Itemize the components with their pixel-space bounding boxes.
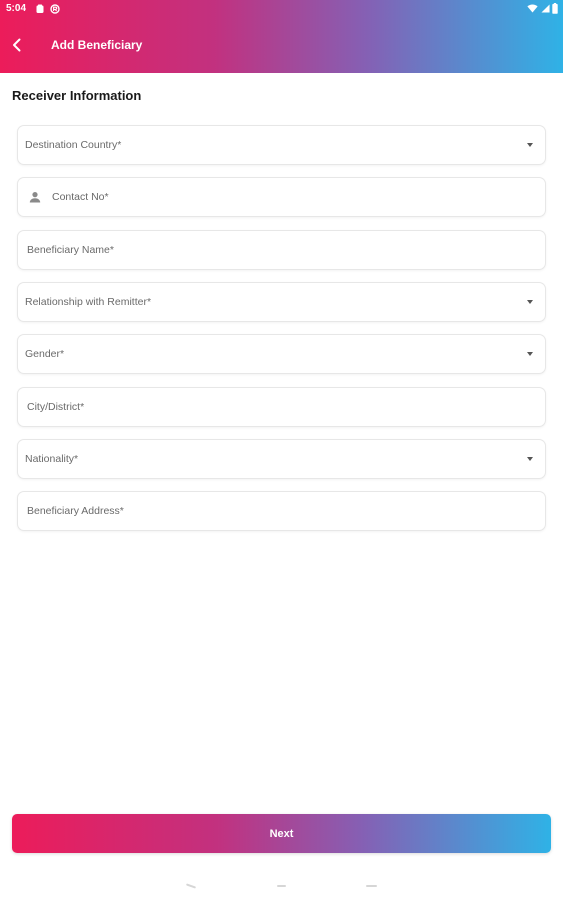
beneficiary-name-label: Beneficiary Name* <box>27 244 114 256</box>
nav-recents-icon[interactable] <box>366 885 377 887</box>
beneficiary-name-field[interactable]: Beneficiary Name* <box>17 230 546 270</box>
dropdown-arrow-icon <box>527 352 533 356</box>
status-time: 5:04 <box>6 3 27 14</box>
destination-country-label: Destination Country* <box>25 139 122 151</box>
wifi-icon <box>527 4 538 13</box>
status-bar: 5:04 <box>0 0 563 20</box>
notification-icon <box>36 4 44 13</box>
nav-back-icon[interactable] <box>185 883 197 889</box>
dropdown-arrow-icon <box>527 457 533 461</box>
system-nav-bar <box>0 874 563 900</box>
nationality-dropdown[interactable]: Nationality* <box>17 439 546 479</box>
beneficiary-address-label: Beneficiary Address* <box>27 505 124 517</box>
destination-country-dropdown[interactable]: Destination Country* <box>17 125 546 165</box>
nav-home-icon[interactable] <box>277 885 286 887</box>
beneficiary-address-field[interactable]: Beneficiary Address* <box>17 491 546 531</box>
contact-no-field[interactable]: Contact No* <box>17 177 546 217</box>
relationship-label: Relationship with Remitter* <box>25 296 152 308</box>
battery-icon <box>552 3 558 14</box>
signal-icon <box>541 4 550 13</box>
dropdown-arrow-icon <box>527 300 533 304</box>
next-button[interactable]: Next <box>12 814 551 853</box>
chevron-left-icon <box>13 38 21 52</box>
person-icon <box>29 192 41 203</box>
city-district-field[interactable]: City/District* <box>17 387 546 427</box>
screen-title: Add Beneficiary <box>51 38 143 52</box>
relationship-dropdown[interactable]: Relationship with Remitter* <box>17 282 546 322</box>
back-button[interactable] <box>6 34 28 56</box>
gender-label: Gender* <box>25 348 65 360</box>
app-header: 5:04 Add Beneficiary <box>0 0 563 73</box>
nationality-label: Nationality* <box>25 453 79 465</box>
city-district-label: City/District* <box>27 401 85 413</box>
app-notification-icon <box>50 4 60 14</box>
dropdown-arrow-icon <box>527 143 533 147</box>
contact-no-label: Contact No* <box>52 191 109 203</box>
gender-dropdown[interactable]: Gender* <box>17 334 546 374</box>
section-title: Receiver Information <box>12 88 142 103</box>
